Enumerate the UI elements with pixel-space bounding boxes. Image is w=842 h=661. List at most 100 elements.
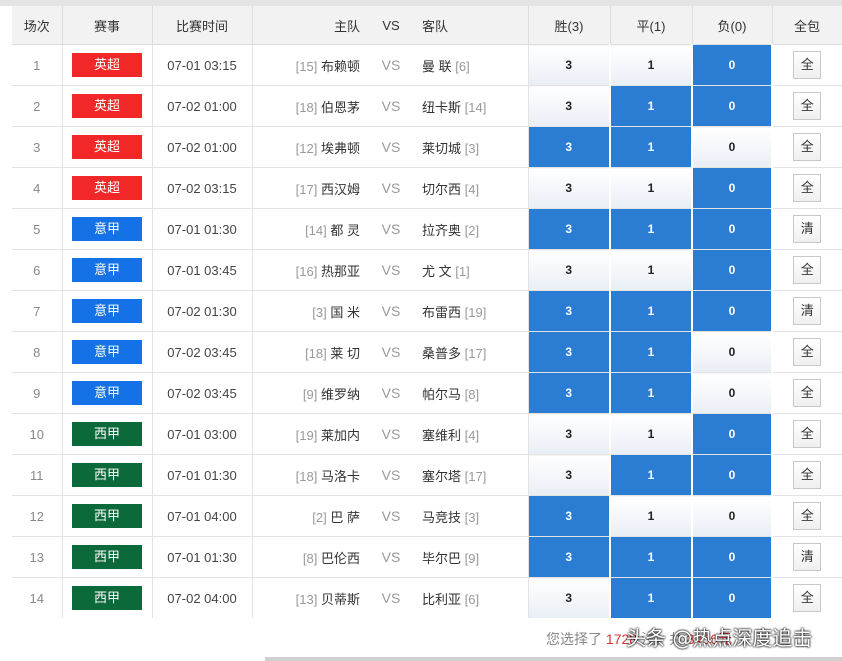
league-badge[interactable]: 西甲	[72, 463, 142, 487]
away-team[interactable]: 比利亚	[422, 592, 461, 607]
select-all-button[interactable]: 全	[793, 174, 822, 202]
home-team[interactable]: 马洛卡	[321, 469, 360, 484]
select-all-button[interactable]: 全	[793, 338, 822, 366]
draw-option[interactable]: 1	[610, 167, 693, 209]
loss-option[interactable]: 0	[692, 290, 773, 332]
league-badge[interactable]: 西甲	[72, 545, 142, 569]
home-team[interactable]: 贝蒂斯	[321, 592, 360, 607]
win-option[interactable]: 3	[528, 331, 611, 373]
win-option[interactable]: 3	[528, 495, 611, 537]
draw-option[interactable]: 1	[610, 495, 693, 537]
league-badge[interactable]: 英超	[72, 176, 142, 200]
loss-option[interactable]: 0	[692, 495, 773, 537]
loss-option[interactable]: 0	[692, 85, 773, 127]
home-team[interactable]: 都 灵	[330, 223, 360, 238]
away-team[interactable]: 切尔西	[422, 182, 461, 197]
select-all-button[interactable]: 全	[793, 379, 822, 407]
away-team[interactable]: 尤 文	[422, 264, 452, 279]
league-badge[interactable]: 英超	[72, 135, 142, 159]
select-all-button[interactable]: 全	[793, 584, 822, 612]
home-team[interactable]: 伯恩茅	[321, 100, 360, 115]
win-option[interactable]: 3	[528, 249, 611, 291]
loss-option[interactable]: 0	[692, 372, 773, 414]
draw-option[interactable]: 1	[610, 536, 693, 578]
away-team[interactable]: 莱切城	[422, 141, 461, 156]
league-badge[interactable]: 意甲	[72, 299, 142, 323]
home-team[interactable]: 热那亚	[321, 264, 360, 279]
win-option[interactable]: 3	[528, 208, 611, 250]
away-team[interactable]: 帕尔马	[422, 387, 461, 402]
loss-option[interactable]: 0	[692, 536, 773, 578]
loss-option[interactable]: 0	[692, 331, 773, 373]
league-badge[interactable]: 英超	[72, 94, 142, 118]
draw-option[interactable]: 1	[610, 126, 693, 168]
draw-option[interactable]: 1	[610, 331, 693, 373]
loss-option[interactable]: 0	[692, 167, 773, 209]
home-team[interactable]: 巴 萨	[330, 510, 360, 525]
select-all-button[interactable]: 清	[793, 543, 822, 571]
away-team[interactable]: 塞维利	[422, 428, 461, 443]
win-option[interactable]: 3	[528, 167, 611, 209]
win-option[interactable]: 3	[528, 126, 611, 168]
draw-option[interactable]: 1	[610, 290, 693, 332]
win-option[interactable]: 3	[528, 290, 611, 332]
away-team[interactable]: 纽卡斯	[422, 100, 461, 115]
win-option[interactable]: 3	[528, 413, 611, 455]
win-option[interactable]: 3	[528, 44, 611, 86]
select-all-button[interactable]: 全	[793, 133, 822, 161]
select-all-button[interactable]: 全	[793, 51, 822, 79]
draw-option[interactable]: 1	[610, 454, 693, 496]
win-option[interactable]: 3	[528, 577, 611, 619]
win-option[interactable]: 3	[528, 85, 611, 127]
away-team[interactable]: 桑普多	[422, 346, 461, 361]
league-badge[interactable]: 意甲	[72, 217, 142, 241]
league-badge[interactable]: 意甲	[72, 381, 142, 405]
away-team[interactable]: 塞尔塔	[422, 469, 461, 484]
home-team[interactable]: 埃弗顿	[321, 141, 360, 156]
loss-option[interactable]: 0	[692, 44, 773, 86]
draw-option[interactable]: 1	[610, 372, 693, 414]
select-all-button[interactable]: 清	[793, 215, 822, 243]
league-badge[interactable]: 西甲	[72, 504, 142, 528]
select-all-button[interactable]: 全	[793, 461, 822, 489]
win-option[interactable]: 3	[528, 372, 611, 414]
loss-option[interactable]: 0	[692, 413, 773, 455]
league-badge[interactable]: 意甲	[72, 258, 142, 282]
home-team[interactable]: 西汉姆	[321, 182, 360, 197]
win-option[interactable]: 3	[528, 454, 611, 496]
draw-option[interactable]: 1	[610, 577, 693, 619]
select-all-button[interactable]: 全	[793, 502, 822, 530]
home-team[interactable]: 莱 切	[330, 346, 360, 361]
draw-option[interactable]: 1	[610, 85, 693, 127]
draw-option[interactable]: 1	[610, 208, 693, 250]
home-rank: [18]	[305, 345, 327, 361]
draw-option[interactable]: 1	[610, 44, 693, 86]
away-team[interactable]: 拉齐奥	[422, 223, 461, 238]
home-team[interactable]: 巴伦西	[321, 551, 360, 566]
away-team[interactable]: 布雷西	[422, 305, 461, 320]
loss-option[interactable]: 0	[692, 577, 773, 619]
loss-option[interactable]: 0	[692, 249, 773, 291]
loss-option[interactable]: 0	[692, 126, 773, 168]
league-badge[interactable]: 意甲	[72, 340, 142, 364]
draw-option[interactable]: 1	[610, 249, 693, 291]
home-team[interactable]: 维罗纳	[321, 387, 360, 402]
away-team[interactable]: 毕尔巴	[422, 551, 461, 566]
select-all-button[interactable]: 全	[793, 420, 822, 448]
draw-option[interactable]: 1	[610, 413, 693, 455]
select-all-button[interactable]: 全	[793, 256, 822, 284]
loss-option[interactable]: 0	[692, 208, 773, 250]
away-team[interactable]: 曼 联	[422, 59, 452, 74]
away-team[interactable]: 马竞技	[422, 510, 461, 525]
home-team[interactable]: 布赖顿	[321, 59, 360, 74]
league-badge[interactable]: 西甲	[72, 586, 142, 610]
home-team[interactable]: 莱加内	[321, 428, 360, 443]
win-option[interactable]: 3	[528, 536, 611, 578]
league-badge[interactable]: 西甲	[72, 422, 142, 446]
select-all-button[interactable]: 清	[793, 297, 822, 325]
select-all-button[interactable]: 全	[793, 92, 822, 120]
horizontal-scrollbar[interactable]	[265, 657, 842, 661]
loss-option[interactable]: 0	[692, 454, 773, 496]
home-team[interactable]: 国 米	[330, 305, 360, 320]
league-badge[interactable]: 英超	[72, 53, 142, 77]
